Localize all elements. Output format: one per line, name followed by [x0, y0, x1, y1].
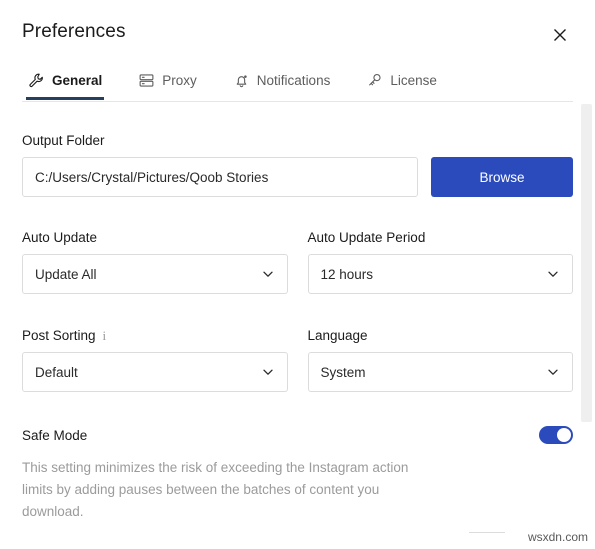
auto-update-value: Update All	[35, 266, 97, 282]
tab-license[interactable]: License	[364, 60, 449, 100]
chevron-down-icon	[546, 365, 560, 379]
auto-update-period-value: 12 hours	[320, 266, 374, 282]
page-title: Preferences	[22, 21, 126, 42]
tab-license-label: License	[390, 72, 437, 88]
safe-mode-toggle[interactable]	[539, 426, 573, 444]
language-value: System	[320, 364, 366, 380]
watermark-rule	[469, 532, 505, 533]
post-sorting-value: Default	[35, 364, 78, 380]
toggle-knob	[557, 428, 571, 442]
tab-bar: General Proxy Notifications License	[0, 60, 595, 102]
language-group: Language System	[307, 328, 573, 392]
post-sorting-label: Post Sorting i	[22, 328, 288, 343]
safe-mode-description: This setting minimizes the risk of excee…	[22, 460, 409, 519]
tab-proxy[interactable]: Proxy	[136, 60, 209, 100]
info-icon[interactable]: i	[103, 329, 107, 342]
output-folder-label: Output Folder	[22, 133, 105, 148]
close-button[interactable]	[547, 22, 573, 48]
language-label: Language	[307, 328, 368, 343]
tab-general-label: General	[52, 72, 103, 88]
general-settings-panel: Output Folder Browse Auto Update Update …	[0, 102, 578, 549]
chevron-down-icon	[546, 267, 560, 281]
auto-update-select[interactable]: Update All	[22, 254, 288, 294]
tab-general[interactable]: General	[26, 60, 114, 100]
safe-mode-group: Safe Mode This setting minimizes the ris…	[22, 424, 573, 523]
auto-update-period-label: Auto Update Period	[307, 230, 426, 245]
auto-update-row: Auto Update Update All Auto Update Perio…	[22, 230, 573, 294]
bell-icon	[233, 72, 250, 89]
output-folder-input[interactable]	[22, 157, 418, 197]
post-sorting-group: Post Sorting i Default	[22, 328, 288, 392]
tab-notifications[interactable]: Notifications	[231, 60, 343, 100]
post-sorting-label-text: Post Sorting	[22, 328, 96, 343]
chevron-down-icon	[261, 365, 275, 379]
wrench-icon	[28, 72, 45, 89]
safe-mode-label: Safe Mode	[22, 427, 88, 443]
vertical-scrollbar-thumb[interactable]	[581, 104, 592, 422]
auto-update-period-select[interactable]: 12 hours	[307, 254, 573, 294]
dialog-header: Preferences	[0, 0, 595, 60]
browse-button[interactable]: Browse	[431, 157, 573, 197]
auto-update-label: Auto Update	[22, 230, 98, 245]
post-sorting-row: Post Sorting i Default Language System	[22, 328, 573, 392]
language-select[interactable]: System	[307, 352, 573, 392]
post-sorting-select[interactable]: Default	[22, 352, 288, 392]
output-folder-group: Output Folder Browse	[22, 133, 573, 197]
chevron-down-icon	[261, 267, 275, 281]
watermark: wsxdn.com	[527, 530, 588, 544]
auto-update-period-group: Auto Update Period 12 hours	[307, 230, 573, 294]
key-icon	[366, 72, 383, 89]
tab-proxy-label: Proxy	[162, 72, 197, 88]
auto-update-group: Auto Update Update All	[22, 230, 288, 294]
server-stack-icon	[138, 72, 155, 89]
tab-notifications-label: Notifications	[256, 72, 331, 88]
close-icon	[553, 28, 567, 42]
